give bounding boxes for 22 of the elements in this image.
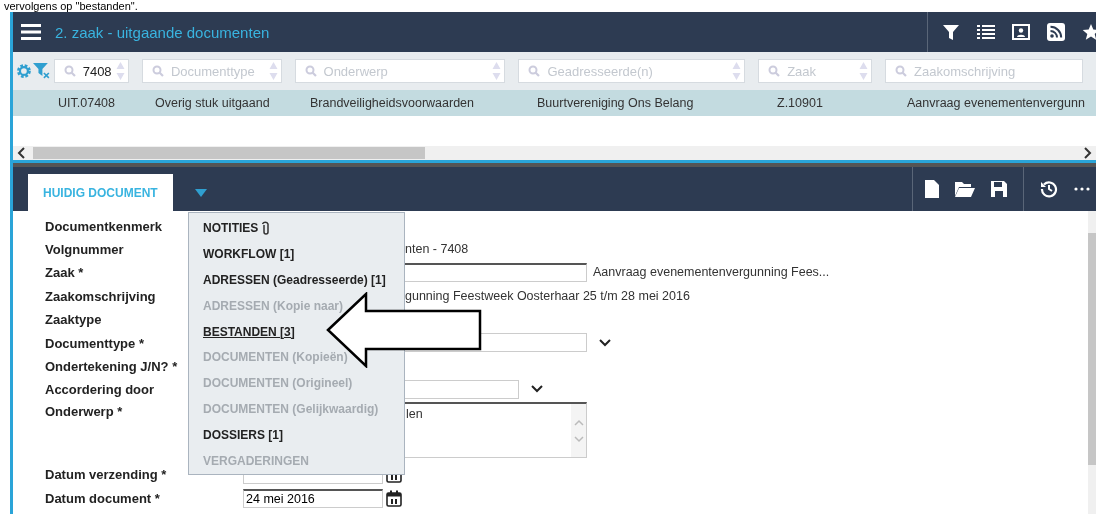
field-label: Volgnummer [45, 242, 124, 258]
window-title: 2. zaak - uitgaande documenten [55, 23, 270, 41]
field-value: Aanvraag evenementenvergunning Fees... [593, 265, 830, 280]
field-label: Zaak * [45, 265, 84, 281]
table-cell-text: UIT.07408 [58, 96, 116, 110]
table-cell-text: Overig stuk uitgaand [155, 96, 271, 110]
field-label: Zaakomschrijving [45, 288, 156, 304]
field-value: gunning Feestweek Oosterhaar 25 t/m 28 mei 2016 [405, 288, 690, 303]
field-label: Documenttype * [45, 335, 144, 351]
caption-text: vervolgens op "bestanden". [3, 0, 139, 12]
table-cell-text: Z.10901 [777, 96, 824, 110]
table-cell-text: Buurtvereniging Ons Belang [537, 96, 695, 110]
field-value: nten - 7408 [405, 242, 469, 257]
field-label: Documentkenmerk [45, 218, 163, 234]
field-label: Ondertekening J/N? * [45, 359, 178, 375]
field-label: Datum verzending * [45, 467, 167, 483]
field-label: Onderwerp * [45, 404, 123, 420]
table-cell-text: Brandveiligheidsvoorwaarden [310, 96, 475, 110]
field-label: Accordering door [45, 382, 155, 398]
table-cell-text: Aanvraag evenementenvergunn [907, 96, 1086, 110]
field-label: Datum document * [45, 491, 160, 507]
field-label: Zaaktype [45, 312, 102, 328]
